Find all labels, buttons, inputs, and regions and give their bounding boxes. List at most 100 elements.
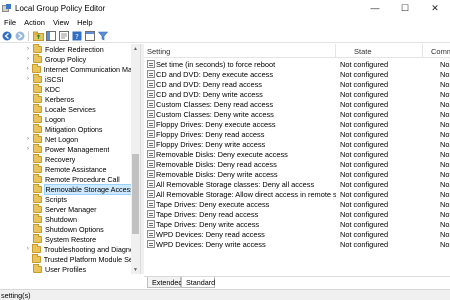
tree-item[interactable]: KDC <box>0 83 132 94</box>
status-text: setting(s) <box>1 290 31 300</box>
policy-row[interactable]: All Removable Storage: Allow direct acce… <box>144 189 450 199</box>
folder-icon <box>33 163 42 173</box>
tree-item[interactable]: Shutdown <box>0 213 132 224</box>
policy-setting-icon <box>147 140 155 148</box>
folder-icon <box>33 103 42 113</box>
expand-chevron-icon[interactable]: › <box>24 64 31 74</box>
policy-row[interactable]: All Removable Storage classes: Deny all … <box>144 179 450 189</box>
policy-setting-icon <box>147 70 155 78</box>
policy-row[interactable]: Floppy Drives: Deny write access Not conf… <box>144 139 450 149</box>
policy-row[interactable]: Tape Drives: Deny read access Not configu… <box>144 209 450 219</box>
policy-row[interactable]: Custom Classes: Deny read access Not conf… <box>144 99 450 109</box>
tree-item[interactable]: › Troubleshooting and Diagnost <box>0 243 132 254</box>
column-header-comment[interactable]: Comm <box>423 44 450 58</box>
policy-setting-icon <box>147 100 155 108</box>
folder-icon <box>33 153 42 163</box>
column-header-setting[interactable]: Setting <box>144 44 336 58</box>
expand-chevron-icon[interactable]: › <box>24 54 32 64</box>
folder-icon <box>32 243 41 253</box>
export-list-icon[interactable] <box>58 30 70 42</box>
tree-item[interactable]: › iSCSI <box>0 73 132 84</box>
folder-icon <box>33 213 42 223</box>
policy-setting-icon <box>147 200 155 208</box>
tab-standard[interactable]: Standard <box>181 277 215 288</box>
tree-item[interactable]: › Group Policy <box>0 53 132 64</box>
filter-icon[interactable] <box>97 30 109 42</box>
column-header-state[interactable]: State <box>336 44 423 58</box>
folder-icon <box>32 253 41 263</box>
up-folder-icon[interactable] <box>32 30 44 42</box>
tree-item[interactable]: › Folder Redirection <box>0 44 132 54</box>
policy-setting-icon <box>147 210 155 218</box>
policy-row[interactable]: Removable Disks: Deny execute access Not … <box>144 149 450 159</box>
folder-icon <box>33 193 42 203</box>
folder-icon <box>33 123 42 133</box>
expand-chevron-icon[interactable]: › <box>24 134 32 144</box>
policy-row[interactable]: CD and DVD: Deny write access Not configu… <box>144 89 450 99</box>
policy-row[interactable]: Floppy Drives: Deny execute access Not co… <box>144 119 450 129</box>
expand-chevron-icon[interactable]: › <box>24 44 32 54</box>
policy-row[interactable]: Tape Drives: Deny execute access Not conf… <box>144 199 450 209</box>
tree-item[interactable]: Server Manager <box>0 203 132 214</box>
policy-setting-icon <box>147 170 155 178</box>
policy-row[interactable]: Removable Disks: Deny read access Not con… <box>144 159 450 169</box>
tree-item[interactable]: › Net Logon <box>0 133 132 144</box>
scrollbar-thumb[interactable] <box>132 154 139 234</box>
policy-setting-icon <box>147 110 155 118</box>
tree-item[interactable]: Recovery <box>0 153 132 164</box>
tree-item[interactable]: Locale Services <box>0 103 132 114</box>
policy-row[interactable]: Tape Drives: Deny write access Not config… <box>144 219 450 229</box>
menu-view[interactable]: View <box>49 18 73 27</box>
forward-icon[interactable] <box>14 30 26 42</box>
toolbar: ? <box>0 29 450 43</box>
toolbar-separator <box>28 30 29 41</box>
scroll-down-icon[interactable]: ▼ <box>131 265 140 274</box>
policy-row[interactable]: CD and DVD: Deny read access Not configur… <box>144 79 450 89</box>
help-icon[interactable]: ? <box>71 30 83 42</box>
policy-row[interactable]: Set time (in seconds) to force reboot Not… <box>144 59 450 69</box>
tree-item[interactable]: Mitigation Options <box>0 123 132 134</box>
policy-row[interactable]: CD and DVD: Deny execute access Not confi… <box>144 69 450 79</box>
folder-icon <box>33 233 42 243</box>
folder-icon <box>33 173 42 183</box>
menu-help[interactable]: Help <box>73 18 96 27</box>
scroll-up-icon[interactable]: ▲ <box>131 44 140 53</box>
expand-chevron-icon[interactable]: › <box>24 244 31 254</box>
folder-icon <box>33 223 42 233</box>
properties-icon[interactable] <box>84 30 96 42</box>
tree-item[interactable]: Kerberos <box>0 93 132 104</box>
folder-icon <box>33 203 42 213</box>
tree-item[interactable]: Remote Procedure Call <box>0 173 132 184</box>
tree-item[interactable]: Trusted Platform Module Servi <box>0 253 132 264</box>
expand-chevron-icon[interactable]: › <box>24 74 32 84</box>
menu-file[interactable]: File <box>0 18 20 27</box>
tree-item[interactable]: Scripts <box>0 193 132 204</box>
close-icon[interactable]: ✕ <box>420 0 450 16</box>
tree-item[interactable]: System Restore <box>0 233 132 244</box>
policy-row[interactable]: WPD Devices: Deny write access Not config… <box>144 239 450 249</box>
tree-item[interactable]: › Power Management <box>0 143 132 154</box>
policy-row[interactable]: WPD Devices: Deny read access Not configu… <box>144 229 450 239</box>
minimize-icon[interactable]: — <box>360 0 390 16</box>
back-icon[interactable] <box>1 30 13 42</box>
tree-item[interactable]: User Profiles <box>0 263 132 274</box>
policy-row[interactable]: Floppy Drives: Deny read access Not confi… <box>144 129 450 139</box>
svg-text:?: ? <box>75 33 79 41</box>
maximize-icon[interactable]: ☐ <box>390 0 420 16</box>
tree-item[interactable]: Remote Assistance <box>0 163 132 174</box>
tree-item[interactable]: Logon <box>0 113 132 124</box>
show-hide-tree-icon[interactable] <box>45 30 57 42</box>
expand-chevron-icon[interactable]: › <box>24 144 32 154</box>
tab-extended[interactable]: Extended <box>147 277 182 288</box>
tree-item-selected[interactable]: Removable Storage Access <box>0 183 134 195</box>
folder-icon <box>33 133 42 143</box>
tree-item[interactable]: Shutdown Options <box>0 223 132 234</box>
tree-scrollbar[interactable]: ▲ ▼ <box>131 44 140 274</box>
menu-action[interactable]: Action <box>20 18 49 27</box>
folder-icon <box>33 44 42 53</box>
policy-row[interactable]: Custom Classes: Deny write access Not con… <box>144 109 450 119</box>
policy-row[interactable]: Removable Disks: Deny write access Not co… <box>144 169 450 179</box>
tree-item[interactable]: › Internet Communication Mana <box>0 63 132 74</box>
folder-icon <box>32 63 41 73</box>
app-icon <box>2 3 11 13</box>
